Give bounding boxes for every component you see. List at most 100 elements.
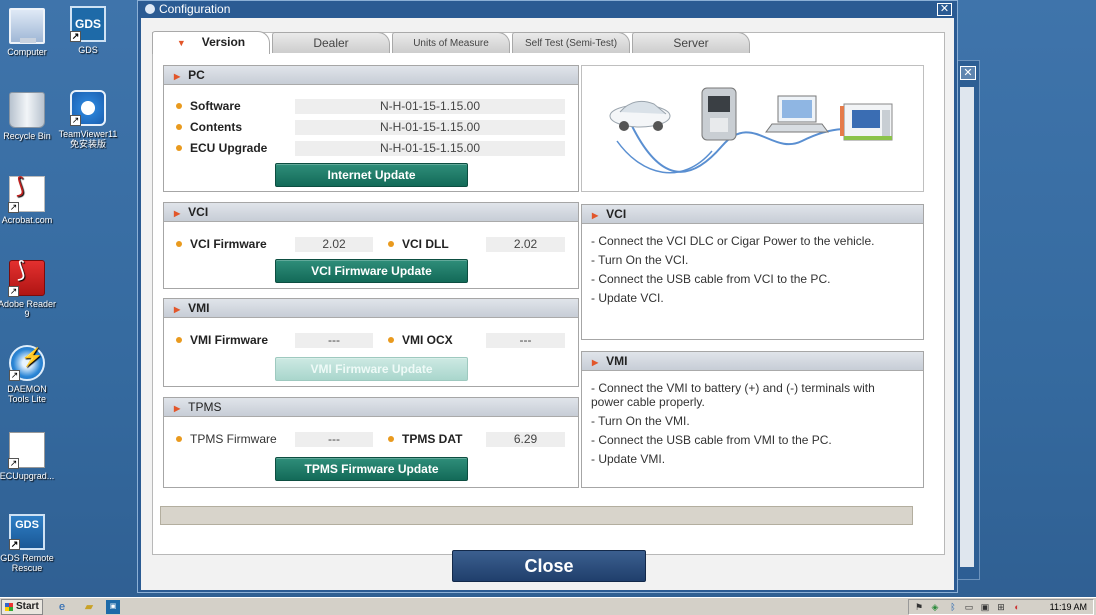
bluetooth-icon[interactable]: ᛒ (947, 601, 959, 613)
usb-icon[interactable]: ⊞ (995, 601, 1007, 613)
pc-panel-header: ▶ PC (164, 66, 578, 85)
vci-firmware-label: VCI Firmware (176, 236, 267, 252)
triangle-right-icon: ▶ (174, 305, 181, 314)
desktop-icon-label: Recycle Bin (3, 131, 51, 141)
vci-firmware-value: 2.02 (295, 237, 373, 252)
ecu-upgrade-label: ECU Upgrade (176, 140, 267, 156)
tpms-firmware-update-button[interactable]: TPMS Firmware Update (275, 457, 468, 481)
desktop-icon-gds-remote[interactable]: GDS ↗ GDS Remote Rescue (0, 514, 58, 573)
app-icon (145, 4, 155, 14)
background-window-pane (960, 87, 974, 567)
adobe-reader-icon: ↗ (8, 260, 45, 297)
tab-units-of-measure[interactable]: Units of Measure (392, 32, 510, 53)
desktop-icon-gds[interactable]: GDS ↗ GDS (57, 6, 119, 55)
vmi-panel: ▶ VMI VMI Firmware --- VMI OCX --- VMI Fi… (163, 298, 579, 387)
contents-label: Contents (176, 119, 242, 135)
internet-update-button[interactable]: Internet Update (275, 163, 468, 187)
network-icon[interactable]: ◈ (929, 601, 941, 613)
volume-icon[interactable]: ◐ (1011, 601, 1023, 613)
bullet-icon (176, 145, 182, 151)
clock[interactable]: 11:19 AM (1050, 600, 1087, 614)
shortcut-arrow-icon: ↗ (70, 31, 81, 42)
internet-explorer-icon[interactable]: e (55, 600, 69, 614)
tpms-dat-value: 6.29 (486, 432, 565, 447)
folder-icon[interactable]: ▰ (82, 600, 96, 614)
window-titlebar[interactable]: Configuration ✕ (141, 1, 954, 18)
vmi-firmware-value: --- (295, 333, 373, 348)
desktop-icon-label: Computer (7, 47, 47, 57)
tpms-firmware-value: --- (295, 432, 373, 447)
triangle-right-icon: ▶ (174, 209, 181, 218)
vci-info-line: - Update VCI. (591, 291, 664, 305)
window-title: Configuration (159, 2, 231, 16)
connection-diagram-icon (609, 87, 893, 174)
tpms-panel-header: ▶ TPMS (164, 398, 578, 417)
desktop-icon-ecu-upgrade[interactable]: ↗ ECUupgrad... (0, 432, 58, 481)
vci-dll-value: 2.02 (486, 237, 565, 252)
vmi-info-line: - Update VMI. (591, 452, 666, 466)
close-icon[interactable]: ✕ (960, 66, 976, 80)
desktop-icon-label: GDS (78, 45, 98, 55)
vmi-firmware-update-button[interactable]: VMI Firmware Update (275, 357, 468, 381)
connection-illustration (581, 65, 924, 192)
contents-value: N-H-01-15-1.15.00 (295, 120, 565, 135)
update-progress-bar (160, 506, 913, 525)
tpms-panel: ▶ TPMS TPMS Firmware --- TPMS DAT 6.29 TP… (163, 397, 579, 488)
shortcut-arrow-icon: ↗ (9, 370, 20, 381)
tab-self-test[interactable]: Self Test (Semi-Test) (512, 32, 630, 53)
tpms-dat-label: TPMS DAT (388, 431, 462, 447)
tab-dealer[interactable]: Dealer (272, 32, 390, 53)
vci-dll-label: VCI DLL (388, 236, 449, 252)
vmi-info-header: ▶ VMI (582, 352, 923, 371)
window-close-icon[interactable]: ✕ (937, 3, 952, 16)
desktop-icon-label: GDS Remote Rescue (0, 553, 54, 573)
bullet-icon (176, 124, 182, 130)
ecu-upgrade-value: N-H-01-15-1.15.00 (295, 141, 565, 156)
desktop-icon-acrobat[interactable]: ↗ Acrobat.com (0, 176, 58, 225)
vmi-info-panel: ▶ VMI - Connect the VMI to battery (+) an… (581, 351, 924, 488)
vmi-ocx-value: --- (486, 333, 565, 348)
close-button[interactable]: Close (452, 550, 646, 582)
flag-icon[interactable]: ⚑ (913, 601, 925, 613)
desktop-icon-adobe-reader[interactable]: ↗ Adobe Reader 9 (0, 260, 58, 319)
desktop-icon-label: Adobe Reader 9 (0, 299, 57, 319)
shortcut-arrow-icon: ↗ (70, 115, 81, 126)
vci-info-line: - Connect the VCI DLC or Cigar Power to … (591, 234, 875, 248)
tab-server[interactable]: Server (632, 32, 750, 53)
triangle-right-icon: ▶ (174, 72, 181, 81)
file-icon: ↗ (8, 432, 45, 469)
acrobat-icon: ↗ (8, 176, 45, 213)
gds-icon: GDS ↗ (70, 6, 106, 42)
bullet-icon (176, 337, 182, 343)
desktop-icon-label: DAEMON Tools Lite (7, 384, 47, 404)
vmi-info-line: - Turn On the VMI. (591, 414, 690, 428)
software-label: Software (176, 98, 241, 114)
display-icon[interactable]: ▭ (963, 601, 975, 613)
bullet-icon (176, 103, 182, 109)
tab-version[interactable]: ▼ Version (152, 31, 270, 54)
desktop-icon-teamviewer[interactable]: ↗ TeamViewer11 免安装版 (57, 90, 119, 149)
desktop-icon-label: ECUupgrad... (0, 471, 55, 481)
vci-firmware-update-button[interactable]: VCI Firmware Update (275, 259, 468, 283)
gds-taskbar-icon[interactable]: ▣ (106, 600, 120, 614)
desktop-icon-computer[interactable]: Computer (0, 8, 58, 57)
vmi-panel-header: ▶ VMI (164, 299, 578, 318)
computer-icon (9, 8, 45, 44)
desktop-icon-recycle-bin[interactable]: Recycle Bin (0, 92, 58, 141)
vmi-info-line: - Connect the USB cable from VMI to the … (591, 433, 832, 447)
vmi-firmware-label: VMI Firmware (176, 332, 268, 348)
triangle-right-icon: ▶ (174, 404, 181, 413)
vci-info-panel: ▶ VCI - Connect the VCI DLC or Cigar Powe… (581, 204, 924, 340)
bullet-icon (388, 241, 394, 247)
desktop-icon-label: TeamViewer11 免安装版 (58, 129, 118, 149)
triangle-right-icon: ▶ (592, 211, 599, 220)
shortcut-arrow-icon: ↗ (8, 458, 19, 469)
bullet-icon (176, 436, 182, 442)
recycle-bin-icon (9, 92, 45, 128)
vmi-info-line: power cable properly. (591, 395, 705, 409)
tab-arrow-icon: ▼ (176, 38, 186, 48)
desktop-icon-daemon-tools[interactable]: ↗ DAEMON Tools Lite (0, 345, 58, 404)
vci-panel: ▶ VCI VCI Firmware 2.02 VCI DLL 2.02 VCI … (163, 202, 579, 289)
monitor-icon[interactable]: ▣ (979, 601, 991, 613)
start-button[interactable]: Start (1, 599, 43, 615)
